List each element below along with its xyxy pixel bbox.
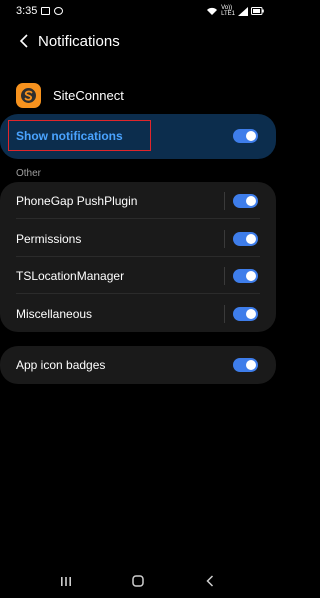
home-button[interactable] xyxy=(123,570,153,592)
category-row-permissions[interactable]: Permissions xyxy=(0,220,276,257)
category-label: Miscellaneous xyxy=(16,306,93,321)
app-icon-badges-toggle[interactable] xyxy=(233,358,258,372)
chevron-left-icon xyxy=(19,34,28,48)
status-bar: 3:35 Vo)) LTE1 xyxy=(0,0,276,22)
category-toggle[interactable] xyxy=(233,232,258,246)
nav-back-button[interactable] xyxy=(195,570,225,592)
recents-icon xyxy=(61,576,71,586)
siteconnect-app-icon xyxy=(16,82,41,108)
signal-icon xyxy=(238,6,248,16)
page-title: Notifications xyxy=(38,32,120,50)
recents-button[interactable] xyxy=(51,570,81,592)
status-time: 3:35 xyxy=(16,5,38,17)
app-icon-badges-row[interactable]: App icon badges xyxy=(0,346,276,384)
show-notifications-label: Show notifications xyxy=(16,129,123,143)
row-divider xyxy=(16,293,260,294)
gallery-notification-icon xyxy=(41,7,51,15)
lte-label: LTE1 xyxy=(221,11,235,17)
app-name: SiteConnect xyxy=(53,87,124,103)
row-divider xyxy=(16,218,260,219)
toggle-knob xyxy=(246,309,256,319)
status-left: 3:35 xyxy=(16,5,64,17)
show-notifications-toggle[interactable] xyxy=(233,129,258,143)
category-row-tslocationmanager[interactable]: TSLocationManager xyxy=(0,257,276,294)
row-separator xyxy=(224,305,225,323)
category-row-miscellaneous[interactable]: Miscellaneous xyxy=(0,295,276,332)
top-bar: Notifications xyxy=(0,28,276,54)
category-label: Permissions xyxy=(16,231,82,246)
category-label: TSLocationManager xyxy=(16,268,125,283)
toggle-knob xyxy=(246,360,256,370)
siteconnect-logo-icon xyxy=(21,87,36,103)
network-type: Vo)) LTE1 xyxy=(221,5,235,17)
wifi-icon xyxy=(207,7,218,15)
toggle-knob xyxy=(246,131,256,141)
category-toggle[interactable] xyxy=(233,307,258,321)
status-right: Vo)) LTE1 xyxy=(206,5,264,17)
toggle-knob xyxy=(246,196,256,206)
category-toggle[interactable] xyxy=(233,269,258,283)
app-header: SiteConnect xyxy=(16,82,124,108)
battery-icon xyxy=(251,7,264,15)
notification-categories-card: PhoneGap PushPlugin Permissions TSLocati… xyxy=(0,182,276,332)
toggle-knob xyxy=(246,234,256,244)
show-notifications-row[interactable]: Show notifications xyxy=(0,114,276,159)
home-icon xyxy=(132,575,144,587)
back-icon xyxy=(206,575,214,587)
toggle-knob xyxy=(246,271,256,281)
app-icon-badges-label: App icon badges xyxy=(16,358,106,372)
section-header-other: Other xyxy=(16,168,42,179)
category-toggle[interactable] xyxy=(233,194,258,208)
navigation-bar xyxy=(0,570,276,592)
category-label: PhoneGap PushPlugin xyxy=(16,193,138,208)
category-row-phonegap-pushplugin[interactable]: PhoneGap PushPlugin xyxy=(0,182,276,219)
row-separator xyxy=(224,192,225,210)
back-button[interactable] xyxy=(10,28,38,54)
messenger-notification-icon xyxy=(54,7,64,15)
row-separator xyxy=(224,230,225,248)
row-separator xyxy=(224,267,225,285)
